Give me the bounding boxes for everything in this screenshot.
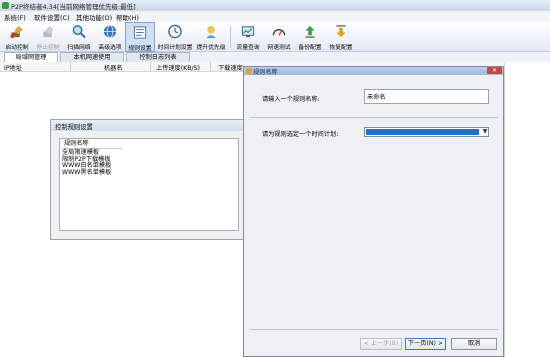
speed-test-icon: [272, 29, 286, 36]
close-button[interactable]: ✕: [487, 67, 502, 74]
rule-name-wizard: 规则名称 ✕ 请输入一个规则名称: 请为规则选定一个时间计划: ▼ < 上一步(…: [243, 66, 504, 357]
toolbar: 启动控制 停止控制 扫描网络 高级选项 规则设置 时间计划设置 提升优先级 流量…: [0, 22, 550, 52]
column-machine-name[interactable]: 机器名: [104, 63, 123, 72]
menu-system[interactable]: 系统(F): [4, 12, 26, 22]
rules-dialog-titlebar[interactable]: 控制规则设置: [51, 120, 244, 131]
rule-name-input[interactable]: [364, 89, 489, 104]
toolbar-separator: [230, 26, 231, 48]
schedule-selected-value: [366, 129, 479, 135]
menu-help[interactable]: 帮助(H): [116, 12, 139, 22]
schedule-label: 请为规则选定一个时间计划:: [262, 131, 339, 138]
chevron-down-icon[interactable]: ▼: [481, 128, 489, 136]
stop-control-button[interactable]: 停止控制: [33, 22, 63, 52]
column-separator[interactable]: [210, 62, 211, 72]
divider: [250, 117, 498, 118]
rule-settings-icon: [133, 26, 147, 39]
app-icon: [2, 2, 9, 9]
backup-config-button[interactable]: 备份配置: [295, 22, 325, 52]
divider: [250, 329, 498, 330]
raise-priority-button[interactable]: 提升优先级: [195, 22, 227, 52]
menu-other-functions[interactable]: 其他功能(O): [76, 12, 112, 22]
scan-network-icon: [72, 25, 86, 39]
back-button[interactable]: < 上一步(B): [360, 338, 402, 350]
advanced-options-button[interactable]: 高级选项: [95, 22, 125, 52]
column-separator[interactable]: [70, 62, 71, 72]
cancel-button[interactable]: 取消: [451, 338, 497, 350]
menu-software-settings[interactable]: 软件设置(C): [34, 12, 70, 22]
time-plan-button[interactable]: 时间计划设置: [156, 22, 194, 52]
rules-list[interactable]: 规则名称 全局限速模板 限制P2P下载模板 WWW白名单模板 WWW黑名单模板: [59, 138, 239, 231]
title-bar: P2P终结者4.34[当前网络管理优先级:最低]: [0, 0, 550, 11]
start-control-button[interactable]: 启动控制: [2, 22, 32, 52]
rule-settings-button[interactable]: 规则设置: [125, 22, 155, 52]
wizard-app-icon: [246, 68, 252, 74]
list-item[interactable]: WWW黑名单模板: [62, 169, 111, 177]
close-icon: ✕: [491, 67, 498, 74]
window-title: P2P终结者4.34[当前网络管理优先级:最低]: [11, 3, 136, 11]
right-panel: [504, 62, 550, 357]
traffic-query-button[interactable]: 流量查询: [233, 22, 263, 52]
raise-priority-icon: [206, 25, 216, 39]
next-button[interactable]: 下一页(N) >: [405, 338, 446, 350]
schedule-select[interactable]: ▼: [364, 127, 489, 137]
column-upload-speed[interactable]: 上传速度(KB/S): [156, 63, 200, 72]
tab-lan-management[interactable]: 局域网管理: [4, 52, 58, 62]
rules-dialog-title: 控制规则设置: [55, 124, 93, 131]
start-control-icon: [10, 25, 23, 39]
wizard-title: 规则名称: [253, 69, 278, 76]
list-header: 规则名称: [64, 140, 89, 147]
rules-dialog: 控制规则设置 规则名称 全局限速模板 限制P2P下载模板 WWW白名单模板 WW…: [50, 119, 245, 240]
speed-test-button[interactable]: 网速测试: [264, 22, 294, 52]
tab-control-log[interactable]: 控制日志列表: [126, 52, 190, 62]
backup-config-icon: [305, 25, 315, 39]
column-ip[interactable]: IP地址: [4, 63, 22, 72]
advanced-options-icon: [103, 24, 117, 39]
column-separator[interactable]: [150, 62, 151, 72]
restore-config-icon: [336, 24, 346, 38]
tab-local-speed[interactable]: 本机网速使用: [60, 52, 124, 62]
wizard-titlebar[interactable]: 规则名称 ✕: [244, 67, 503, 76]
stop-control-icon: [43, 25, 54, 38]
traffic-query-icon: [241, 26, 255, 38]
scan-network-button[interactable]: 扫描网络: [64, 22, 94, 52]
menu-bar: 系统(F) 软件设置(C) 其他功能(O) 帮助(H): [0, 11, 550, 22]
rule-name-label: 请输入一个规则名称:: [262, 96, 320, 103]
column-download-speed[interactable]: 下载速度: [218, 63, 243, 72]
restore-config-button[interactable]: 恢复配置: [326, 22, 356, 52]
time-plan-icon: [168, 24, 182, 39]
